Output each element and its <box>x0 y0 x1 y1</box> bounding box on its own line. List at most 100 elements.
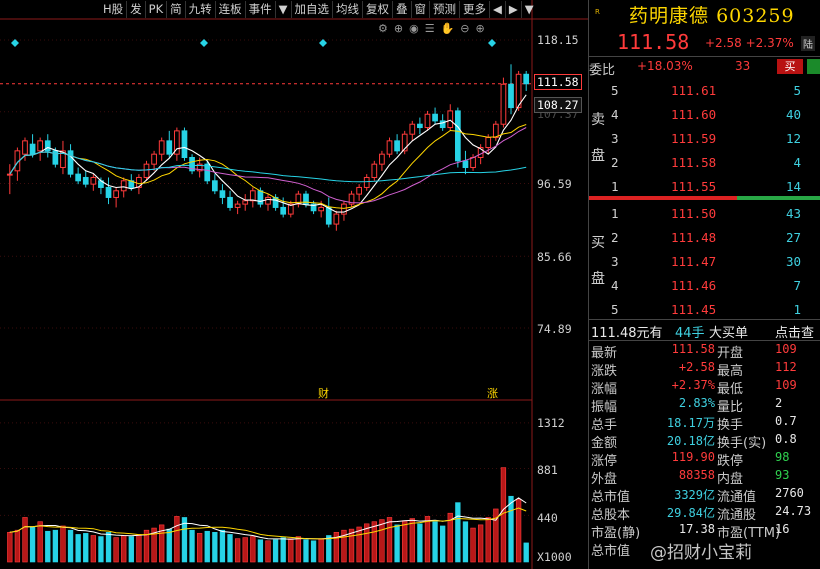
candle-body <box>227 196 233 208</box>
buy-button[interactable]: 买 <box>777 59 803 74</box>
sell-level-p: 111.60 <box>671 107 717 122</box>
chart-tool-0[interactable]: ⚙ <box>378 22 388 36</box>
toolbar-item-9[interactable]: 均线 <box>332 1 362 18</box>
stock-header: R 药明康德 603259 <box>589 0 820 28</box>
toolbar-item-2[interactable]: PK <box>144 1 166 18</box>
diamond-marker <box>200 39 208 47</box>
sell-level-4[interactable]: 2 111.58 4 <box>589 152 820 175</box>
toolbar-item-12[interactable]: 窗 <box>410 1 430 18</box>
chart-tool-5[interactable]: ⊖ <box>460 22 469 36</box>
quote-v1: 29.84亿 <box>666 506 715 520</box>
sell-level-1[interactable]: 5 111.61 5 <box>589 80 820 103</box>
quote-k1: 最新 <box>591 346 618 361</box>
candle-body <box>143 163 150 178</box>
quote-k1: 振幅 <box>591 400 618 415</box>
sell-level-3[interactable]: 3 111.59 12 <box>589 128 820 151</box>
quote-v2: 24.73 <box>775 504 812 518</box>
toolbar-item-15[interactable]: ◀ <box>489 1 505 18</box>
candle-body <box>158 140 165 155</box>
quote-k1: 涨停 <box>591 454 618 469</box>
toolbar-item-8[interactable]: 加自选 <box>290 1 333 18</box>
volume-bar <box>7 532 13 563</box>
sell-level-p: 111.61 <box>671 83 717 98</box>
toolbar-item-14[interactable]: 更多 <box>459 1 489 18</box>
toolbar-item-11[interactable]: 叠 <box>392 1 411 18</box>
chart-tool-2[interactable]: ◉ <box>409 22 419 36</box>
quote-k1: 外盘 <box>591 472 618 487</box>
sell-level-i: 5 <box>611 83 619 98</box>
toolbar-item-6[interactable]: 事件 <box>244 1 275 18</box>
weibi-label: 委比 <box>589 63 616 78</box>
candle-body <box>265 196 271 205</box>
sell-level-q: 12 <box>785 131 801 146</box>
event-marker-cai: 财 <box>318 386 329 400</box>
candle-body <box>280 206 287 215</box>
candle-body <box>37 140 44 152</box>
sell-level-p: 111.59 <box>671 131 717 146</box>
toolbar-item-7[interactable]: ▼ <box>274 1 291 18</box>
candle-body <box>356 186 362 195</box>
chart-tool-4[interactable]: ✋ <box>441 22 455 36</box>
candle-body <box>508 83 514 109</box>
last-price-tag: 111.58 <box>534 74 582 90</box>
candle-body <box>120 180 127 192</box>
chart-tool-1[interactable]: ⊕ <box>394 22 403 36</box>
volume-bar <box>196 533 203 563</box>
toolbar-item-16[interactable]: ▶ <box>504 1 521 18</box>
candle-body <box>257 190 264 205</box>
volume-bar <box>212 532 218 563</box>
toolbar-item-0[interactable]: H股 <box>100 1 126 18</box>
buy-level-p: 111.48 <box>671 230 717 245</box>
trade-tick[interactable]: 111.48元有 44手 大买单 点击查 <box>589 319 820 341</box>
toolbar-item-1[interactable]: 发 <box>126 1 145 18</box>
buy-level-i: 3 <box>611 254 619 269</box>
quote-row: 外盘 88358 内盘 93 <box>589 468 820 487</box>
buy-level-q: 43 <box>785 206 801 221</box>
toolbar-item-4[interactable]: 九转 <box>184 1 215 18</box>
volume-bar <box>121 535 127 563</box>
candle-body <box>432 113 438 122</box>
candle-body <box>379 153 385 165</box>
volume-bar <box>105 532 112 563</box>
volume-bar <box>52 529 59 563</box>
candle-body <box>75 173 81 182</box>
buy-level-3[interactable]: 3 111.47 30 <box>589 251 820 274</box>
price-chart[interactable]: 财涨 <box>0 0 588 569</box>
toolbar-item-5[interactable]: 连板 <box>214 1 245 18</box>
toolbar-item-3[interactable]: 简 <box>166 1 185 18</box>
candle-body <box>500 83 507 125</box>
buy-level-1[interactable]: 1 111.50 43 <box>589 203 820 226</box>
quote-row: 涨跌 +2.58 最高 112 <box>589 360 820 379</box>
volume-bar <box>409 518 415 563</box>
quote-k1: 涨跌 <box>591 364 618 379</box>
volume-bar <box>234 538 241 563</box>
volume-bar <box>356 526 362 563</box>
toolbar-item-10[interactable]: 复权 <box>362 1 392 18</box>
sell-button[interactable] <box>807 59 820 74</box>
sell-level-p: 111.55 <box>671 179 717 194</box>
quote-v2: 2760 <box>775 486 804 500</box>
current-price: 111.58 <box>617 30 690 54</box>
volume-bar <box>303 539 309 563</box>
volume-bar <box>250 536 256 563</box>
candle-body <box>151 153 157 165</box>
toolbar-item-13[interactable]: 预测 <box>429 1 459 18</box>
buy-level-2[interactable]: 2 111.48 27 <box>589 227 820 250</box>
quote-panel: R 药明康德 603259 111.58 +2.58 +2.37% 陆 委比 +… <box>588 0 820 569</box>
quote-k2: 开盘 <box>717 346 744 361</box>
quote-k1: 市盈(静) <box>591 526 641 541</box>
volume-bar <box>326 535 332 563</box>
chart-tool-3[interactable]: ☰ <box>425 22 435 36</box>
buy-level-4[interactable]: 4 111.46 7 <box>589 275 820 298</box>
quote-row: 涨幅 +2.37% 最低 109 <box>589 378 820 397</box>
chart-tools: ⚙ ⊕ ◉ ☰ ✋ ⊖ ⊕ <box>378 22 485 36</box>
chart-tool-6[interactable]: ⊕ <box>476 22 485 36</box>
exchange-badge: 陆 <box>801 36 815 51</box>
toolbar-item-17[interactable]: ▼ <box>520 1 537 18</box>
candle-body <box>417 123 423 129</box>
vol-tick-1: 881 <box>537 463 558 477</box>
trade-link[interactable]: 点击查 <box>775 322 814 341</box>
volume-bar <box>295 536 302 563</box>
sell-level-2[interactable]: 4 111.60 40 <box>589 104 820 127</box>
quote-row: 金额 20.18亿 换手(实) 0.8 <box>589 432 820 451</box>
